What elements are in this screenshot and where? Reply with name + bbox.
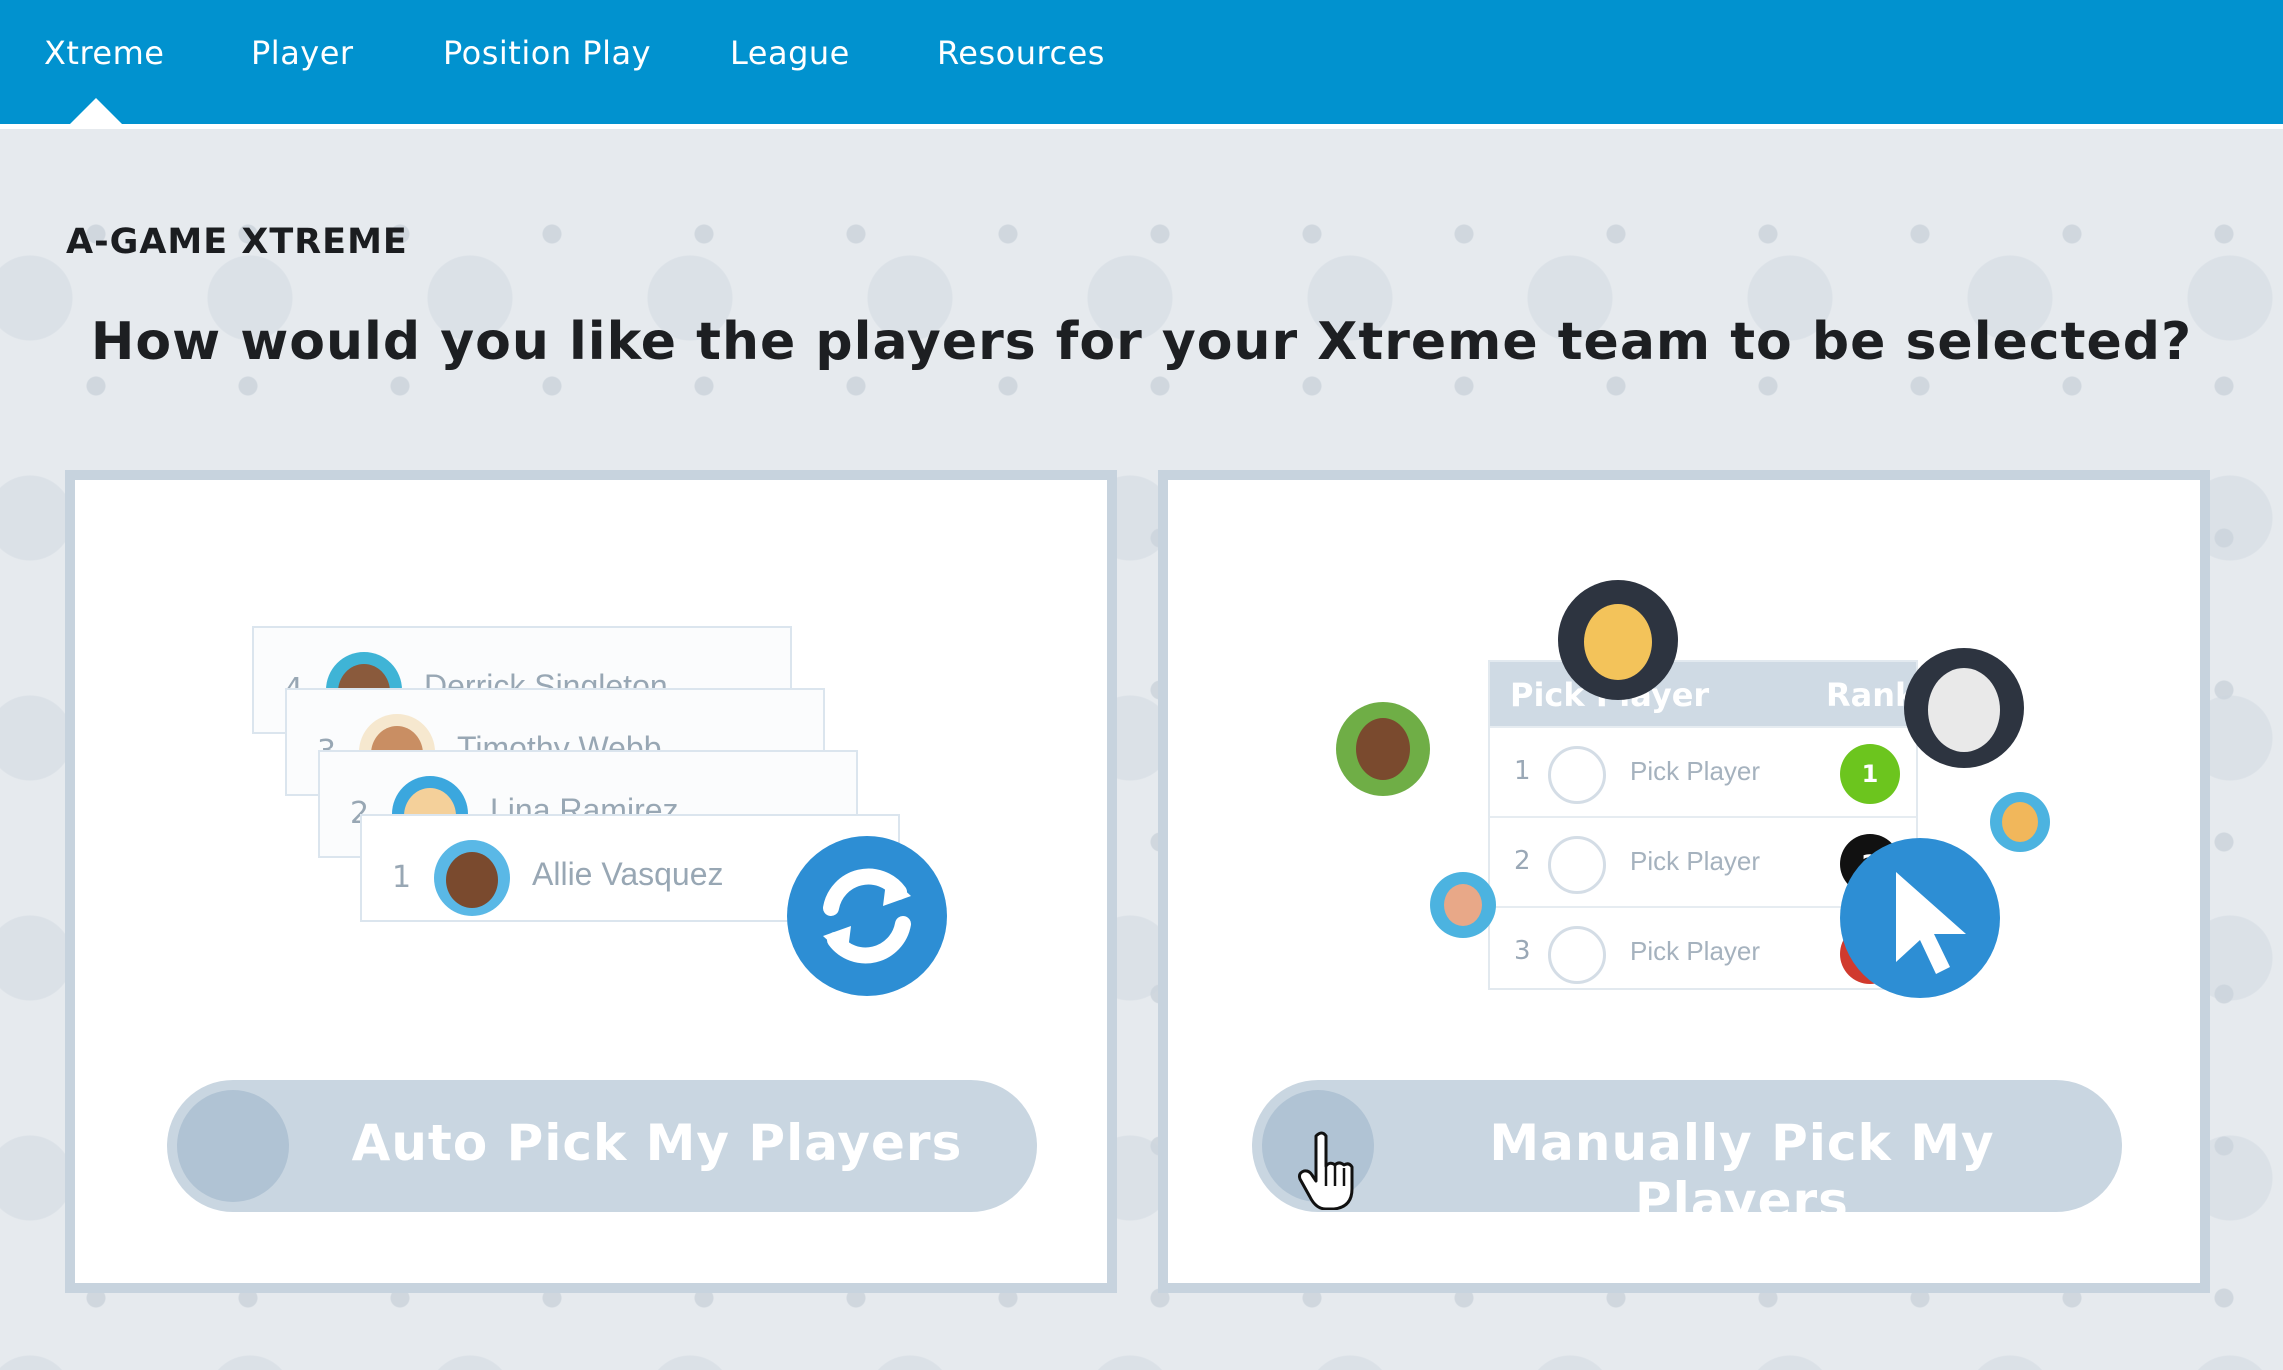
row-number: 1 [1514,756,1531,786]
refresh-icon [787,836,947,996]
nav-item-position-play[interactable]: Position Play [443,34,651,72]
row-number: 3 [1514,936,1531,966]
nav-item-xtreme[interactable]: Xtreme [44,34,164,72]
header-rank: Rank [1826,676,1917,714]
cursor-arrow-icon [1840,838,2000,998]
nav-item-league[interactable]: League [730,34,850,72]
avatar [1336,702,1430,796]
avatar [434,840,510,916]
page-title: A-GAME XTREME [66,222,408,262]
manual-pick-button-label: Manually Pick My Players [1489,1114,1995,1230]
pick-player-label: Pick Player [1630,846,1761,876]
avatar [1904,648,2024,768]
pick-player-label: Pick Player [1630,936,1761,966]
top-nav: Xtreme Player Position Play League Resou… [0,0,2283,129]
nav-item-resources[interactable]: Resources [937,34,1105,72]
player-name: Allie Vasquez [532,856,724,892]
row-number: 1 [392,860,412,895]
table-row: 1 Pick Player 1 [1490,726,1916,816]
manual-pick-button[interactable]: Manually Pick My Players [1252,1080,2122,1230]
auto-pick-button-label: Auto Pick My Players [351,1114,963,1172]
toggle-knob [177,1090,289,1202]
pick-player-label: Pick Player [1630,756,1761,786]
auto-pick-button[interactable]: Auto Pick My Players [167,1080,1037,1212]
row-number: 2 [1514,846,1531,876]
pick-table-header: Pick Player Rank [1490,662,1916,726]
empty-slot-icon [1548,746,1606,804]
nav-item-player[interactable]: Player [251,34,354,72]
empty-slot-icon [1548,836,1606,894]
empty-slot-icon [1548,926,1606,984]
hand-pointer-cursor-icon [1296,1130,1356,1211]
auto-pick-card[interactable]: 4 Derrick Singleton 3 Timothy Webb 2 Lin… [65,470,1117,1293]
rank-badge: 1 [1840,744,1900,804]
avatar [1430,872,1496,938]
selection-question: How would you like the players for your … [90,312,2193,372]
active-tab-indicator [70,98,122,124]
avatar [1558,580,1678,700]
